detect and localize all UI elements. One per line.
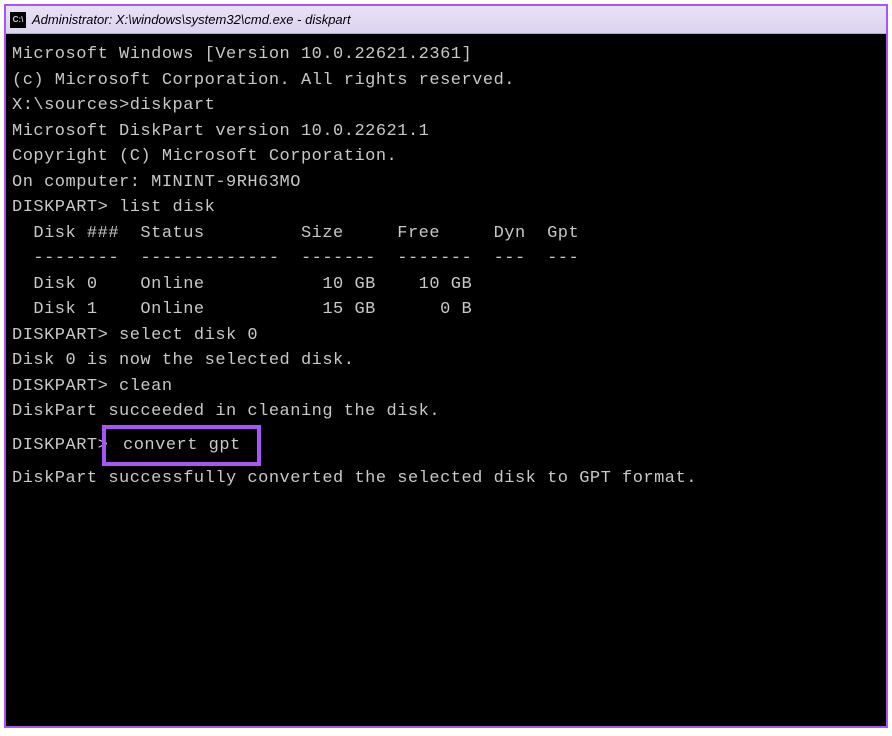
- window-title: Administrator: X:\windows\system32\cmd.e…: [32, 12, 351, 27]
- table-row: Disk 1 Online 15 GB 0 B: [12, 297, 880, 323]
- output-line: On computer: MININT-9RH63MO: [12, 170, 880, 196]
- cmd-icon: C:\: [10, 12, 26, 28]
- output-line: Copyright (C) Microsoft Corporation.: [12, 144, 880, 170]
- output-line: Microsoft DiskPart version 10.0.22621.1: [12, 119, 880, 145]
- table-divider: -------- ------------- ------- ------- -…: [12, 246, 880, 272]
- prompt-line: DISKPART> clean: [12, 374, 880, 400]
- titlebar[interactable]: C:\ Administrator: X:\windows\system32\c…: [6, 6, 886, 34]
- output-line: (c) Microsoft Corporation. All rights re…: [12, 68, 880, 94]
- output-line: Disk 0 is now the selected disk.: [12, 348, 880, 374]
- output-line: Microsoft Windows [Version 10.0.22621.23…: [12, 42, 880, 68]
- prompt-prefix: DISKPART>: [12, 436, 108, 455]
- table-header: Disk ### Status Size Free Dyn Gpt: [12, 221, 880, 247]
- prompt-line: DISKPART> list disk: [12, 195, 880, 221]
- highlighted-command: convert gpt: [102, 425, 261, 467]
- table-row: Disk 0 Online 10 GB 10 GB: [12, 272, 880, 298]
- output-line: DiskPart succeeded in cleaning the disk.: [12, 399, 880, 425]
- prompt-line: X:\sources>diskpart: [12, 93, 880, 119]
- terminal-output[interactable]: Microsoft Windows [Version 10.0.22621.23…: [6, 34, 886, 726]
- prompt-line: DISKPART> convert gpt: [12, 425, 880, 467]
- cmd-window: C:\ Administrator: X:\windows\system32\c…: [4, 4, 888, 728]
- output-line: DiskPart successfully converted the sele…: [12, 466, 880, 492]
- prompt-line: DISKPART> select disk 0: [12, 323, 880, 349]
